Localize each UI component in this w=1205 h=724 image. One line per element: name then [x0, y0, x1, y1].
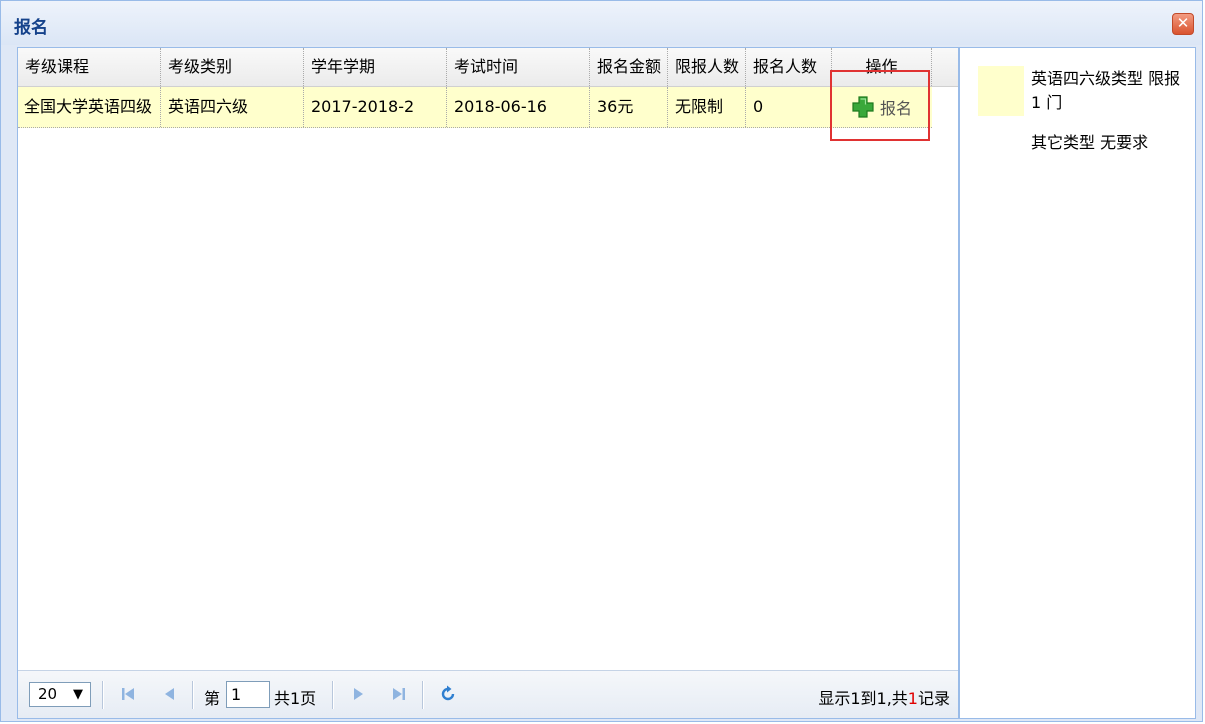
page-size-select[interactable]: 20 ▼ — [29, 682, 91, 707]
legend-swatch-yellow — [978, 66, 1024, 116]
column-header-fee[interactable]: 报名金额 — [590, 48, 668, 86]
cell-limit: 无限制 — [668, 87, 746, 127]
first-page-icon[interactable] — [119, 685, 137, 703]
grid-header: 考级课程 考级类别 学年学期 考试时间 报名金额 限报人数 报名人数 操作 — [18, 48, 958, 87]
cell-enrolled: 0 — [746, 87, 832, 127]
record-summary: 显示1到1,共1记录 — [818, 685, 950, 709]
total-pages: 共1页 — [274, 689, 317, 708]
close-icon: ✕ — [1176, 14, 1190, 32]
cell-course: 全国大学英语四级 — [18, 87, 161, 127]
cell-fee: 36元 — [590, 87, 668, 127]
column-header-term[interactable]: 学年学期 — [304, 48, 447, 86]
legend-panel: 英语四六级类型 限报 1 门 其它类型 无要求 — [959, 47, 1196, 719]
cell-term: 2017-2018-2 — [304, 87, 447, 127]
column-header-limit[interactable]: 限报人数 — [668, 48, 746, 86]
column-header-course[interactable]: 考级课程 — [18, 48, 161, 86]
enroll-button-label: 报名 — [879, 99, 912, 118]
cell-category: 英语四六级 — [161, 87, 304, 127]
column-header-category[interactable]: 考级类别 — [161, 48, 304, 86]
enroll-dialog: 报名 ✕ 考级课程 考级类别 学年学期 考试时间 报名金额 限报人数 报名人数 … — [0, 0, 1203, 722]
records-suffix: 记录 — [917, 689, 950, 708]
pager-separator — [192, 681, 194, 709]
cell-exam-time: 2018-06-16 — [447, 87, 590, 127]
column-header-action: 操作 — [832, 48, 932, 86]
prev-page-icon[interactable] — [161, 685, 179, 703]
refresh-icon[interactable] — [439, 685, 457, 703]
column-header-enrolled[interactable]: 报名人数 — [746, 48, 832, 86]
next-page-icon[interactable] — [349, 685, 367, 703]
last-page-icon[interactable] — [390, 685, 408, 703]
records-count: 1 — [907, 689, 918, 708]
exam-grid: 考级课程 考级类别 学年学期 考试时间 报名金额 限报人数 报名人数 操作 全国… — [17, 47, 959, 719]
pager-separator — [102, 681, 104, 709]
page-number-input[interactable] — [226, 681, 270, 708]
page-prefix: 第 — [204, 689, 221, 708]
legend-item-cet: 英语四六级类型 限报 1 门 — [1031, 69, 1181, 112]
legend-item-other: 其它类型 无要求 — [1031, 133, 1149, 152]
close-button[interactable]: ✕ — [1172, 13, 1194, 35]
pager-separator — [422, 681, 424, 709]
dialog-titlebar[interactable]: 报名 ✕ — [1, 1, 1202, 45]
pagination-bar: 20 ▼ 第 共1页 — [18, 670, 958, 718]
table-row[interactable]: 全国大学英语四级 英语四六级 2017-2018-2 2018-06-16 36… — [18, 87, 932, 128]
plus-icon — [852, 96, 874, 118]
chevron-down-icon: ▼ — [73, 687, 83, 702]
pager-separator — [332, 681, 334, 709]
column-header-exam-time[interactable]: 考试时间 — [447, 48, 590, 86]
records-prefix: 显示1到1,共 — [818, 689, 908, 708]
page-size-value: 20 — [38, 685, 58, 703]
dialog-title: 报名 — [14, 18, 48, 38]
enroll-button[interactable]: 报名 — [832, 87, 932, 127]
